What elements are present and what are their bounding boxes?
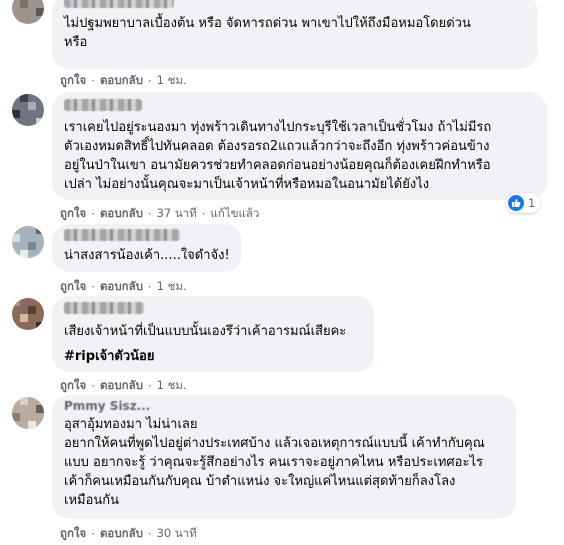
reaction-badge[interactable]: 1: [506, 193, 541, 213]
comment-time[interactable]: 30 นาที: [157, 525, 197, 543]
comment-actions: ถูกใจ · ตอบกลับ · 30 นาที: [60, 525, 197, 543]
comment-time[interactable]: 37 นาที: [157, 205, 197, 223]
comment-bubble: เราเคยไปอยู่ระนองมา ทุ่งพร้าวเดินทางไปกร…: [52, 92, 547, 200]
thumbs-up-icon: [508, 195, 524, 211]
comment-text: เสียงเจ้าหน้าที่เป็นแบบนั้นเองรึว่าเค้าอ…: [64, 324, 347, 339]
reply-button[interactable]: ตอบกลับ: [100, 377, 143, 395]
avatar[interactable]: [12, 94, 44, 126]
comment-bubble: เสียงเจ้าหน้าที่เป็นแบบนั้นเองรึว่าเค้าอ…: [52, 296, 374, 372]
comment-text: อุสาอุ้มทองมา ไม่น่าเลย อยากให้คนที่พูดไ…: [64, 417, 485, 508]
comment-text: น่าสงสารน้องเค้า.....ใจดำจัง!: [64, 248, 230, 263]
comment-actions: ถูกใจ · ตอบกลับ · 37 นาที · แก้ไขแล้ว: [60, 205, 260, 223]
edited-label[interactable]: แก้ไขแล้ว: [210, 205, 259, 223]
like-button[interactable]: ถูกใจ: [60, 525, 86, 543]
avatar[interactable]: [12, 298, 44, 330]
comment-text: เราเคยไปอยู่ระนองมา ทุ่งพร้าวเดินทางไปกร…: [64, 120, 492, 192]
avatar[interactable]: [12, 0, 44, 24]
comment-bubble: ไม่ปฐมพยาบาลเบื้องต้น หรือ จัดหารถด่วน พ…: [52, 0, 538, 69]
comment-actions: ถูกใจ · ตอบกลับ · 1 ชม.: [60, 377, 187, 395]
like-button[interactable]: ถูกใจ: [60, 72, 86, 90]
like-button[interactable]: ถูกใจ: [60, 278, 86, 296]
author-name-blurred[interactable]: [64, 229, 180, 241]
avatar[interactable]: [12, 397, 44, 429]
comment-text: ไม่ปฐมพยาบาลเบื้องต้น หรือ จัดหารถด่วน พ…: [64, 16, 471, 50]
comment-time[interactable]: 1 ชม.: [157, 72, 187, 90]
author-name-blurred[interactable]: [64, 302, 144, 314]
comment-actions: ถูกใจ · ตอบกลับ · 1 ชม.: [60, 72, 187, 90]
hashtag-link[interactable]: #ripเจ้าตัวน้อย: [64, 347, 362, 366]
comment-actions: ถูกใจ · ตอบกลับ · 1 ชม.: [60, 278, 187, 296]
comment-time[interactable]: 1 ชม.: [157, 278, 187, 296]
author-name-blurred[interactable]: [64, 0, 174, 8]
like-button[interactable]: ถูกใจ: [60, 377, 86, 395]
avatar[interactable]: [12, 226, 44, 258]
like-button[interactable]: ถูกใจ: [60, 205, 86, 223]
reaction-count: 1: [528, 196, 536, 210]
comment-bubble: Pmmy Sisz... อุสาอุ้มทองมา ไม่น่าเลย อยา…: [52, 395, 516, 519]
reply-button[interactable]: ตอบกลับ: [100, 278, 143, 296]
author-name[interactable]: Pmmy Sisz...: [64, 399, 150, 413]
author-name-blurred[interactable]: [64, 99, 142, 111]
reply-button[interactable]: ตอบกลับ: [100, 525, 143, 543]
reply-button[interactable]: ตอบกลับ: [100, 205, 143, 223]
comment-bubble: น่าสงสารน้องเค้า.....ใจดำจัง!: [52, 224, 242, 272]
comment-time[interactable]: 1 ชม.: [157, 377, 187, 395]
reply-button[interactable]: ตอบกลับ: [100, 72, 143, 90]
